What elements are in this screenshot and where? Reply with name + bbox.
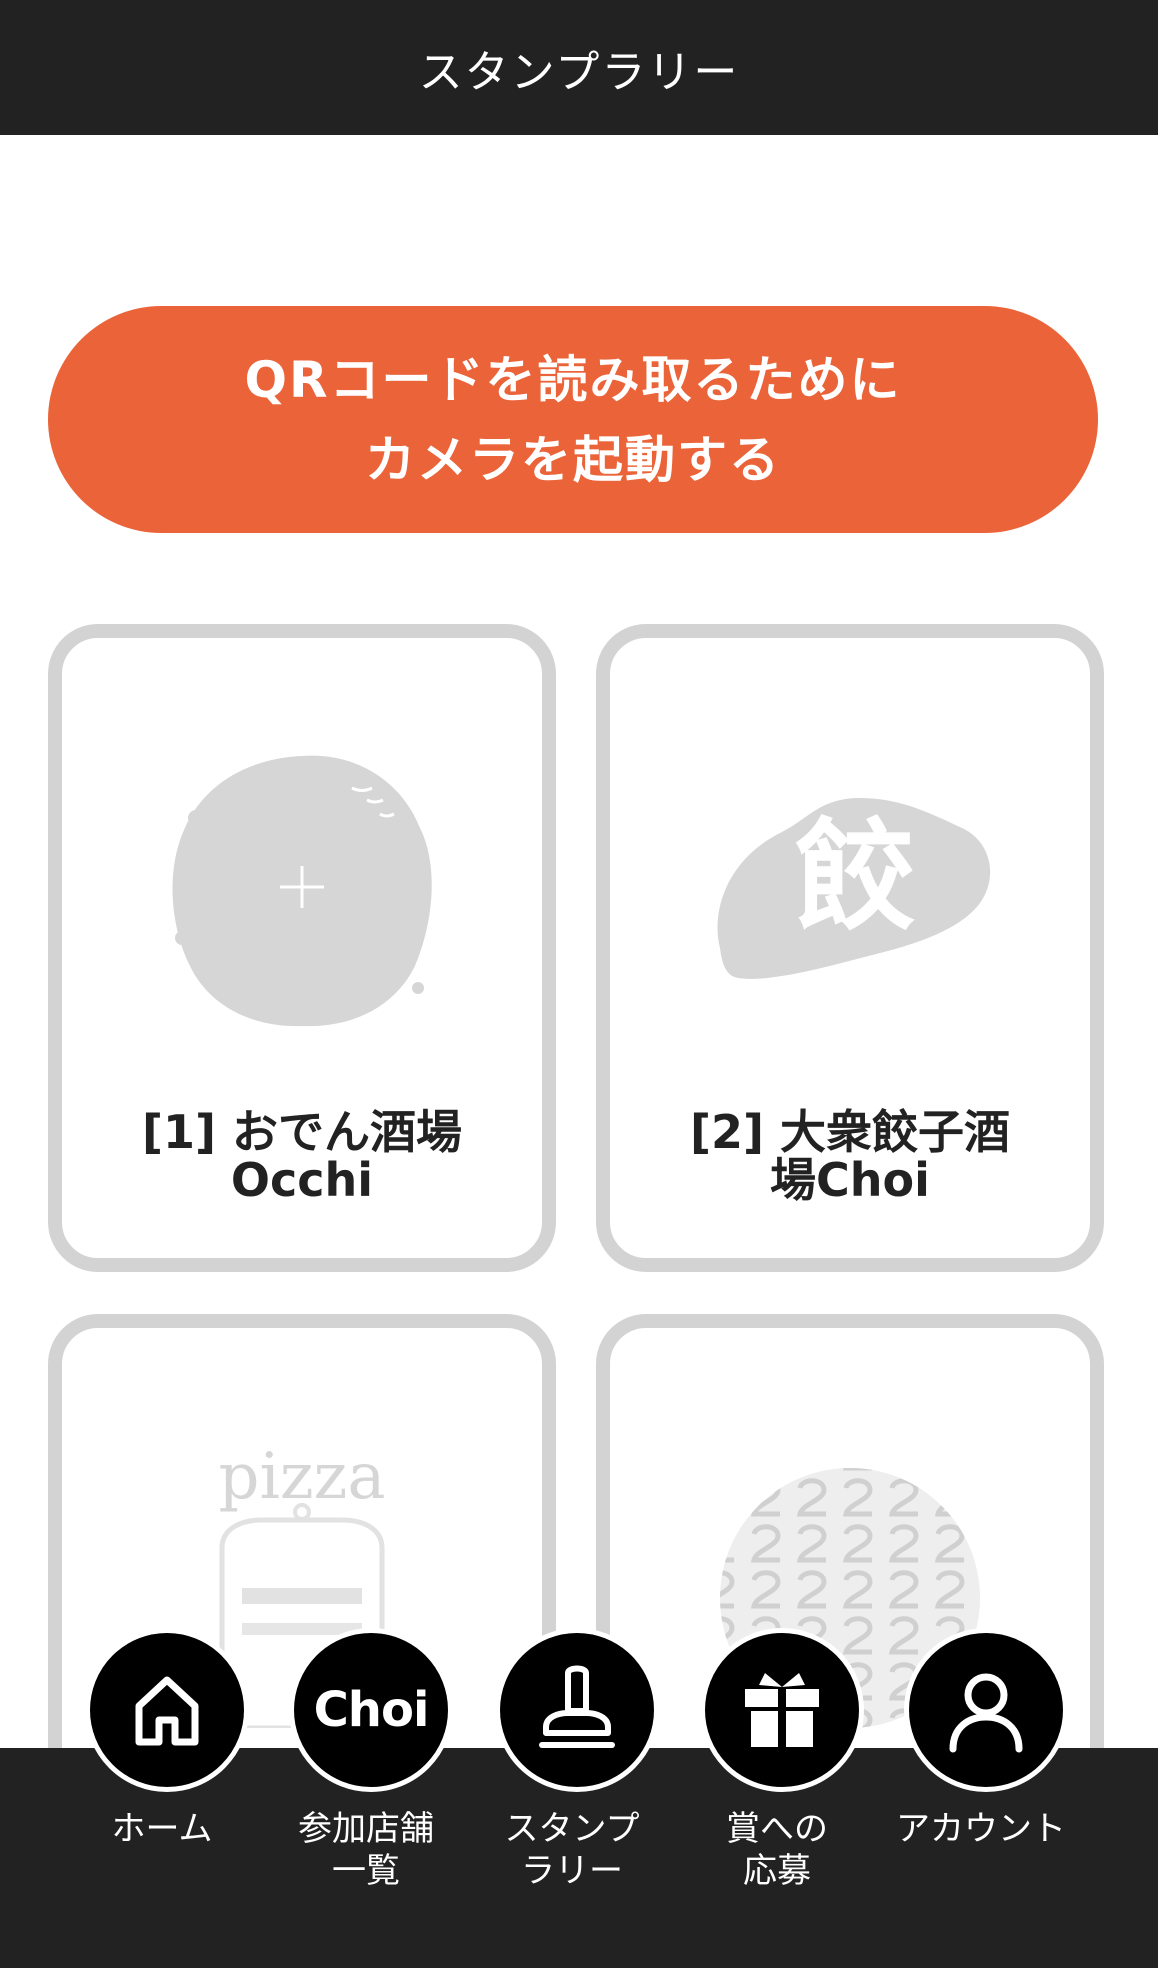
stamp-card-2[interactable]: 餃 [2] 大衆餃子酒 場Choi [596,624,1104,1272]
home-icon [135,1676,199,1746]
launch-camera-button[interactable]: QRコードを読み取るために カメラを起動する [48,306,1098,533]
stamp-card-title-line2: Occhi [230,1153,374,1207]
oden-stamp-icon [172,755,432,1027]
camera-button-line2: カメラを起動する [365,430,781,489]
nav-item-home[interactable]: ホーム [62,1628,262,1968]
nav-label-line1: 参加店舗 [298,1809,434,1849]
stamp-card-title: [2] 大衆餃子酒 場Choi [630,1108,1070,1204]
nav-label-line2: 一覧 [332,1851,400,1891]
stamp-card-title-line1: [2] 大衆餃子酒 [689,1105,1011,1159]
camera-button-line1: QRコードを読み取るために [244,350,902,409]
user-icon [949,1673,1023,1753]
nav-item-stamp-rally[interactable]: スタンプ ラリー [472,1628,672,1968]
nav-item-stores[interactable]: Choi 参加店舗 一覧 [266,1628,466,1968]
nav-label-line2: 応募 [743,1851,811,1891]
nav-label: アカウント [881,1808,1081,1850]
stamp-icon [539,1665,615,1748]
nav-label-line1: 賞への [726,1809,828,1849]
nav-icon-circle [904,1628,1068,1792]
nav-label: 参加店舗 一覧 [266,1808,466,1892]
nav-label: ホーム [62,1808,262,1850]
nav-label-line1: アカウント [896,1809,1066,1849]
svg-text:pizza: pizza [218,1440,385,1514]
nav-icon-circle [700,1628,864,1792]
nav-label-line1: ホーム [111,1809,213,1849]
nav-label-line2: ラリー [521,1851,623,1891]
nav-item-account[interactable]: アカウント [881,1628,1081,1968]
app-header: スタンプラリー [0,0,1158,135]
nav-icon-circle: Choi [289,1628,453,1792]
stamp-card-title: [1] おでん酒場 Occhi [82,1108,522,1204]
nav-icon-circle [495,1628,659,1792]
gift-icon [745,1673,819,1747]
stamp-card-title-line1: [1] おでん酒場 [141,1105,463,1159]
gyoza-stamp-icon: 餃 [717,798,991,979]
nav-label-line1: スタンプ [504,1809,640,1849]
choi-icon: Choi [313,1682,430,1738]
svg-text:餃: 餃 [795,806,915,947]
nav-item-prize-entry[interactable]: 賞への 応募 [677,1628,877,1968]
stamp-card-1[interactable]: [1] おでん酒場 Occhi [48,624,556,1272]
nav-label: 賞への 応募 [677,1808,877,1892]
page-title: スタンプラリー [418,46,740,98]
stamp-card-title-line2: 場Choi [770,1153,930,1207]
nav-label: スタンプ ラリー [472,1808,672,1892]
nav-icon-circle [85,1628,249,1792]
